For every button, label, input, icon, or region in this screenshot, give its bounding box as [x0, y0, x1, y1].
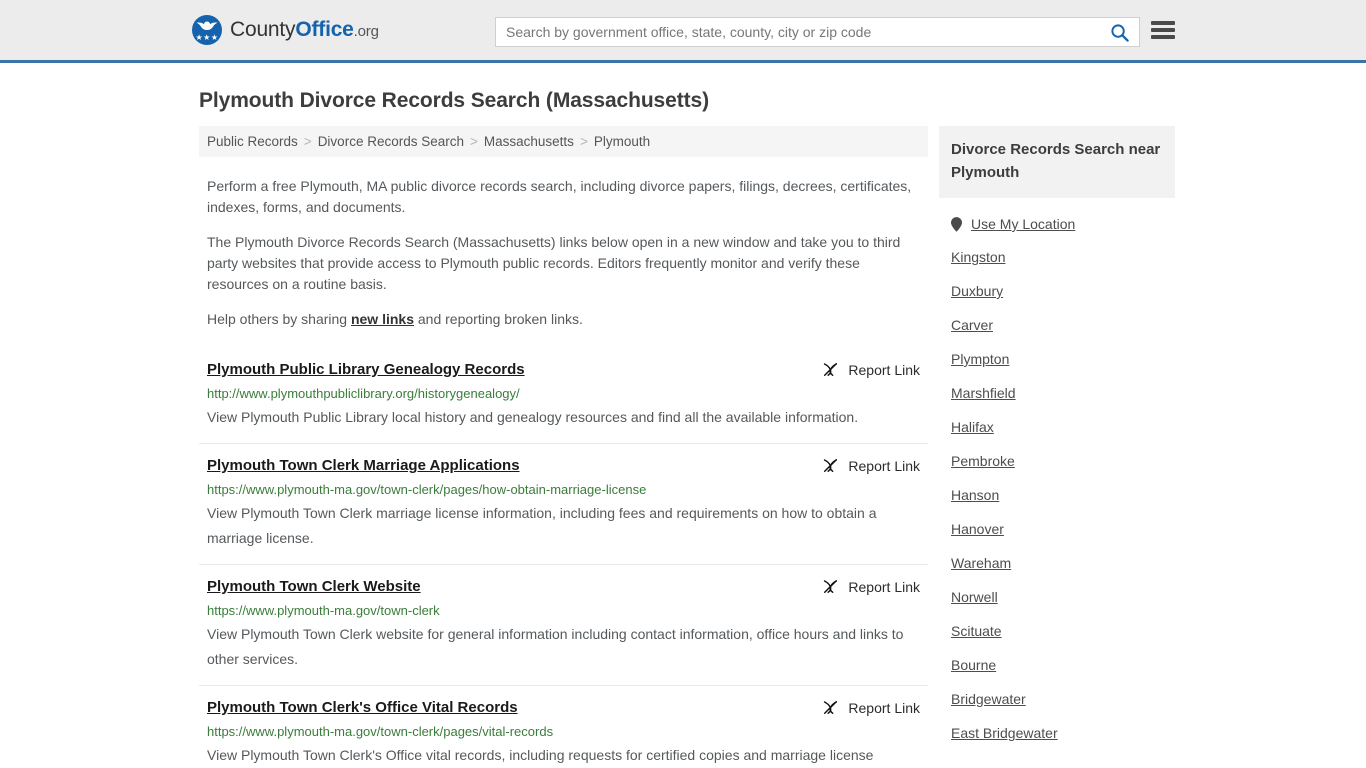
result-item: Plymouth Town Clerk Marriage Application… — [199, 443, 928, 564]
result-item: Plymouth Public Library Genealogy Record… — [199, 346, 928, 443]
breadcrumb-item-divorce-records-search[interactable]: Divorce Records Search — [318, 134, 464, 149]
hamburger-bar-2 — [1151, 28, 1175, 32]
result-url: https://www.plymouth-ma.gov/town-clerk/p… — [207, 482, 647, 497]
logo-text-org: .org — [353, 23, 379, 40]
report-link-label: Report Link — [848, 699, 920, 716]
sidebar-item-duxbury[interactable]: Duxbury — [939, 274, 1175, 308]
broken-link-icon — [824, 700, 838, 715]
new-links-link[interactable]: new links — [351, 311, 414, 327]
report-link-button[interactable]: Report Link — [822, 698, 920, 716]
intro-paragraph-1: Perform a free Plymouth, MA public divor… — [207, 178, 912, 215]
result-title-link[interactable]: Plymouth Town Clerk Marriage Application… — [207, 456, 520, 476]
result-title-link[interactable]: Plymouth Public Library Genealogy Record… — [207, 360, 525, 380]
broken-link-icon — [824, 458, 838, 473]
sidebar-item-halifax[interactable]: Halifax — [939, 410, 1175, 444]
result-item: Plymouth Town Clerk's Office Vital Recor… — [199, 685, 928, 768]
sidebar-item-hanson[interactable]: Hanson — [939, 478, 1175, 512]
sidebar-item-plympton[interactable]: Plympton — [939, 342, 1175, 376]
map-pin-icon — [951, 216, 962, 232]
result-title-link[interactable]: Plymouth Town Clerk Website — [207, 577, 421, 597]
sidebar-item-bridgewater[interactable]: Bridgewater — [939, 682, 1175, 716]
hamburger-bar-3 — [1151, 35, 1175, 39]
report-link-label: Report Link — [848, 578, 920, 595]
results-list: Plymouth Public Library Genealogy Record… — [199, 346, 928, 768]
sidebar-item-east-bridgewater[interactable]: East Bridgewater — [939, 716, 1175, 750]
result-header: Plymouth Public Library Genealogy Record… — [207, 360, 920, 380]
broken-link-icon — [824, 579, 838, 594]
intro-paragraph-3-before: Help others by sharing — [207, 311, 351, 327]
sidebar-item-pembroke[interactable]: Pembroke — [939, 444, 1175, 478]
report-link-button[interactable]: Report Link — [822, 456, 920, 474]
logo-text-office: Office — [295, 18, 354, 41]
report-link-label: Report Link — [848, 361, 920, 378]
use-my-location-row[interactable]: Use My Location — [939, 208, 1175, 240]
result-description: View Plymouth Town Clerk's Office vital … — [207, 747, 874, 763]
breadcrumb-separator: > — [470, 134, 478, 149]
result-header: Plymouth Town Clerk's Office Vital Recor… — [207, 698, 920, 718]
logo-text-county: County — [230, 18, 296, 41]
search-input[interactable] — [496, 18, 1099, 46]
sidebar-item-carver[interactable]: Carver — [939, 308, 1175, 342]
result-item: Plymouth Town Clerk Website Report Link … — [199, 564, 928, 685]
sidebar-item-wareham[interactable]: Wareham — [939, 546, 1175, 580]
use-my-location-link[interactable]: Use My Location — [971, 216, 1075, 232]
page-body: Plymouth Divorce Records Search (Massach… — [0, 89, 1366, 768]
sidebar-item-bourne[interactable]: Bourne — [939, 648, 1175, 682]
breadcrumb-item-plymouth: Plymouth — [593, 134, 651, 149]
breadcrumb-item-massachusetts[interactable]: Massachusetts — [484, 134, 574, 149]
search-bar[interactable] — [495, 17, 1140, 47]
sidebar-item-scituate[interactable]: Scituate — [939, 614, 1175, 648]
hamburger-menu-button[interactable] — [1151, 19, 1175, 41]
intro-paragraph-3-after: and reporting broken links. — [414, 311, 583, 327]
result-description: View Plymouth Public Library local histo… — [207, 409, 859, 425]
result-header: Plymouth Town Clerk Website Report Link — [207, 577, 920, 597]
intro-paragraph-2: The Plymouth Divorce Records Search (Mas… — [207, 234, 901, 292]
result-description: View Plymouth Town Clerk website for gen… — [207, 626, 904, 667]
result-url: http://www.plymouthpubliclibrary.org/his… — [207, 386, 520, 401]
eagle-icon — [196, 21, 218, 30]
report-link-button[interactable]: Report Link — [822, 360, 920, 378]
intro-paragraph-3: Help others by sharing new links and rep… — [207, 309, 921, 330]
breadcrumb: Public Records > Divorce Records Search … — [199, 126, 928, 157]
broken-link-icon — [824, 362, 838, 377]
search-icon — [1110, 23, 1129, 42]
result-description: View Plymouth Town Clerk marriage licens… — [207, 505, 877, 546]
stars-icon: ★★★ — [195, 33, 219, 42]
sidebar-nearby-list: Use My Location Kingston Duxbury Carver … — [939, 208, 1175, 750]
intro-text: Perform a free Plymouth, MA public divor… — [199, 176, 928, 330]
content-columns: Public Records > Divorce Records Search … — [199, 126, 1366, 768]
result-title-link[interactable]: Plymouth Town Clerk's Office Vital Recor… — [207, 698, 518, 718]
breadcrumb-separator: > — [579, 134, 588, 149]
logo-text: CountyOffice.org — [230, 18, 379, 42]
result-url: https://www.plymouth-ma.gov/town-clerk — [207, 603, 440, 618]
site-header: ★★★ CountyOffice.org — [0, 0, 1366, 63]
report-link-label: Report Link — [848, 457, 920, 474]
result-url: https://www.plymouth-ma.gov/town-clerk/p… — [207, 724, 554, 739]
sidebar: Divorce Records Search near Plymouth Use… — [939, 126, 1175, 768]
breadcrumb-item-public-records[interactable]: Public Records — [207, 134, 298, 149]
search-button[interactable] — [1099, 18, 1139, 46]
hamburger-bar-1 — [1151, 21, 1175, 25]
report-link-button[interactable]: Report Link — [822, 577, 920, 595]
sidebar-item-marshfield[interactable]: Marshfield — [939, 376, 1175, 410]
sidebar-item-kingston[interactable]: Kingston — [939, 240, 1175, 274]
sidebar-item-hanover[interactable]: Hanover — [939, 512, 1175, 546]
main-column: Public Records > Divorce Records Search … — [199, 126, 928, 768]
result-header: Plymouth Town Clerk Marriage Application… — [207, 456, 920, 476]
sidebar-title: Divorce Records Search near Plymouth — [951, 141, 1161, 181]
sidebar-item-norwell[interactable]: Norwell — [939, 580, 1175, 614]
breadcrumb-separator: > — [303, 134, 312, 149]
page-title: Plymouth Divorce Records Search (Massach… — [199, 89, 709, 112]
sidebar-header-box: Divorce Records Search near Plymouth — [939, 126, 1175, 198]
site-logo[interactable]: ★★★ CountyOffice.org — [192, 15, 379, 45]
county-office-logo-icon: ★★★ — [192, 15, 222, 45]
